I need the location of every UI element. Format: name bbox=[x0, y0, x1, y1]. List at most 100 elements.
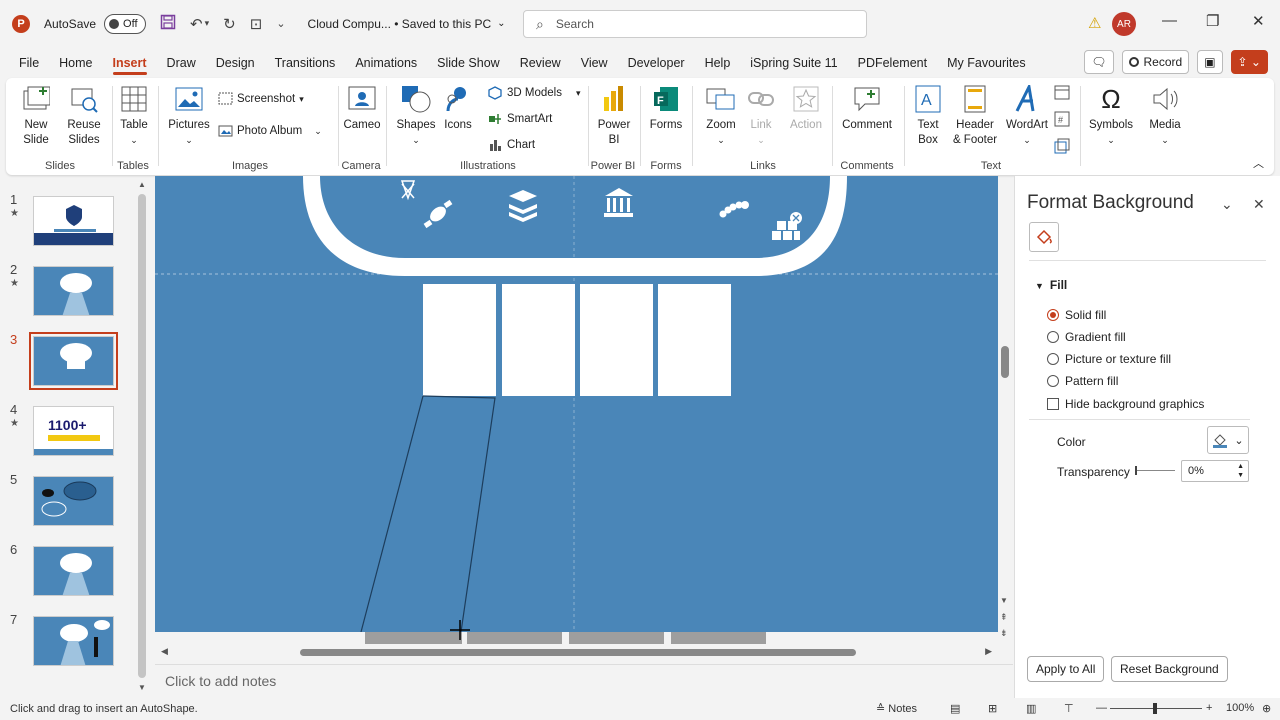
scroll-right-icon[interactable]: ▶ bbox=[985, 646, 992, 657]
customize-toolbar-icon[interactable]: ⌄ bbox=[276, 17, 285, 30]
pictures-button[interactable]: Pictures ⌄ bbox=[166, 84, 212, 148]
title-dropdown-icon[interactable]: ⌄ bbox=[497, 18, 505, 29]
color-picker-button[interactable]: ⌄ bbox=[1207, 426, 1249, 454]
object-icon[interactable] bbox=[1054, 138, 1070, 157]
maximize-icon[interactable]: ❐ bbox=[1206, 12, 1219, 30]
canvas-vertical-scrollbar[interactable]: ▼ ⇞ ⇟ bbox=[999, 176, 1011, 646]
slide-thumbnail-4[interactable]: 1100+ bbox=[33, 406, 114, 456]
server-block[interactable] bbox=[658, 284, 731, 396]
scroll-down-icon[interactable]: ▼ bbox=[138, 683, 146, 692]
tab-design[interactable]: Design bbox=[206, 47, 265, 78]
zoom-button[interactable]: Zoom ⌄ bbox=[702, 84, 740, 148]
base-bar[interactable] bbox=[671, 632, 766, 644]
autosave-toggle[interactable]: Off bbox=[104, 13, 147, 34]
scrollbar-thumb[interactable] bbox=[138, 194, 146, 678]
document-title[interactable]: Cloud Compu... • Saved to this PC bbox=[308, 17, 492, 31]
server-block[interactable] bbox=[423, 284, 496, 396]
pane-close-icon[interactable]: ✕ bbox=[1253, 196, 1265, 213]
picture-fill-radio[interactable] bbox=[1047, 353, 1059, 365]
record-button[interactable]: Record bbox=[1121, 50, 1190, 74]
undo-icon[interactable]: ↶ bbox=[190, 15, 203, 33]
tab-animations[interactable]: Animations bbox=[345, 47, 427, 78]
header-footer-button[interactable]: Header & Footer bbox=[950, 84, 1000, 148]
base-bar[interactable] bbox=[467, 632, 562, 644]
tab-help[interactable]: Help bbox=[695, 47, 741, 78]
zoom-slider[interactable] bbox=[1110, 703, 1202, 714]
cameo-button[interactable]: Cameo bbox=[342, 84, 382, 133]
smartart-button[interactable]: SmartArt bbox=[488, 112, 552, 126]
forms-button[interactable]: F Forms bbox=[646, 84, 686, 133]
scroll-left-icon[interactable]: ◀ bbox=[161, 646, 168, 657]
reset-background-button[interactable]: Reset Background bbox=[1111, 656, 1228, 682]
3d-models-button[interactable]: 3D Models ▾ bbox=[488, 86, 581, 100]
fill-tab-button[interactable] bbox=[1029, 222, 1059, 252]
fit-slide-icon[interactable]: ⊕ bbox=[1262, 702, 1271, 715]
normal-view-icon[interactable]: ▤ bbox=[950, 702, 960, 715]
present-teams-button[interactable]: ▣ bbox=[1197, 50, 1223, 74]
slide-thumbnail-2[interactable] bbox=[33, 266, 114, 316]
slide-thumbnail-3[interactable] bbox=[29, 332, 118, 390]
slide-number-icon[interactable]: # bbox=[1054, 111, 1070, 130]
pattern-fill-radio[interactable] bbox=[1047, 375, 1059, 387]
scroll-down-icon[interactable]: ▼ bbox=[1000, 596, 1008, 605]
save-icon[interactable] bbox=[160, 14, 176, 34]
tab-insert[interactable]: Insert bbox=[103, 47, 157, 78]
solid-fill-radio[interactable] bbox=[1047, 309, 1059, 321]
close-icon[interactable]: ✕ bbox=[1252, 12, 1265, 30]
zoom-slider-thumb[interactable] bbox=[1153, 703, 1157, 714]
power-bi-button[interactable]: Power BI bbox=[594, 84, 634, 148]
next-slide-icon[interactable]: ⇟ bbox=[1000, 628, 1008, 639]
slide-thumbnail-5[interactable] bbox=[33, 476, 114, 526]
tab-developer[interactable]: Developer bbox=[618, 47, 695, 78]
tab-pdfelement[interactable]: PDFelement bbox=[848, 47, 937, 78]
action-button[interactable]: Action bbox=[786, 84, 826, 133]
new-slide-button[interactable]: New Slide bbox=[14, 84, 58, 148]
comment-button[interactable]: Comment bbox=[838, 84, 896, 133]
table-button[interactable]: Table ⌄ bbox=[116, 84, 152, 148]
gradient-fill-option[interactable]: Gradient fill bbox=[1047, 330, 1126, 344]
share-button[interactable]: ⇪ ⌄ bbox=[1230, 50, 1268, 74]
cloud-shape[interactable] bbox=[303, 176, 847, 276]
photo-album-button[interactable]: Photo Album ⌄ bbox=[218, 124, 322, 138]
notes-area[interactable]: Click to add notes bbox=[155, 664, 1013, 698]
zoom-level[interactable]: 100% bbox=[1226, 702, 1254, 714]
user-avatar[interactable]: AR bbox=[1112, 12, 1136, 36]
scroll-up-icon[interactable]: ▲ bbox=[138, 180, 146, 189]
gradient-fill-radio[interactable] bbox=[1047, 331, 1059, 343]
transparency-slider[interactable] bbox=[1135, 466, 1175, 475]
thumbnails-scrollbar[interactable]: ▲ ▼ bbox=[137, 180, 147, 692]
tab-review[interactable]: Review bbox=[510, 47, 571, 78]
redo-icon[interactable]: ↻ bbox=[223, 15, 236, 33]
tab-home[interactable]: Home bbox=[49, 47, 102, 78]
transparency-input[interactable]: 0% ▲ ▼ bbox=[1181, 460, 1249, 482]
chart-button[interactable]: Chart bbox=[488, 138, 535, 152]
screenshot-button[interactable]: Screenshot ▾ bbox=[218, 92, 304, 106]
tab-draw[interactable]: Draw bbox=[157, 47, 206, 78]
minimize-icon[interactable]: — bbox=[1162, 12, 1177, 29]
tab-file[interactable]: File bbox=[9, 47, 49, 78]
reading-view-icon[interactable]: ▥ bbox=[1026, 702, 1036, 715]
slide-thumbnail-1[interactable] bbox=[33, 196, 114, 246]
tab-ispring[interactable]: iSpring Suite 11 bbox=[740, 47, 847, 78]
picture-fill-option[interactable]: Picture or texture fill bbox=[1047, 352, 1171, 366]
slide-thumbnail-6[interactable] bbox=[33, 546, 114, 596]
server-block[interactable] bbox=[580, 284, 653, 396]
tab-view[interactable]: View bbox=[571, 47, 618, 78]
canvas-horizontal-scrollbar[interactable]: ◀ ▶ bbox=[155, 645, 998, 659]
tab-slide-show[interactable]: Slide Show bbox=[427, 47, 510, 78]
collapse-ribbon-icon[interactable]: ︿ bbox=[1253, 155, 1264, 171]
pattern-fill-option[interactable]: Pattern fill bbox=[1047, 374, 1118, 388]
date-time-icon[interactable] bbox=[1054, 84, 1070, 103]
base-bar[interactable] bbox=[365, 632, 462, 644]
search-box[interactable]: ⌕ Search bbox=[523, 10, 867, 38]
slideshow-view-icon[interactable]: ⊤ bbox=[1064, 702, 1074, 715]
slide-sorter-icon[interactable]: ⊞ bbox=[988, 702, 997, 715]
symbols-button[interactable]: Ω Symbols ⌄ bbox=[1086, 84, 1136, 148]
undo-dropdown-icon[interactable]: ▾ bbox=[205, 18, 210, 29]
slide-thumbnail-7[interactable] bbox=[33, 616, 114, 666]
previous-slide-icon[interactable]: ⇞ bbox=[1000, 612, 1008, 623]
warning-icon[interactable]: ⚠ bbox=[1088, 14, 1101, 32]
scrollbar-thumb[interactable] bbox=[300, 649, 856, 656]
scrollbar-thumb[interactable] bbox=[1001, 346, 1009, 378]
tab-my-favourites[interactable]: My Favourites bbox=[937, 47, 1036, 78]
